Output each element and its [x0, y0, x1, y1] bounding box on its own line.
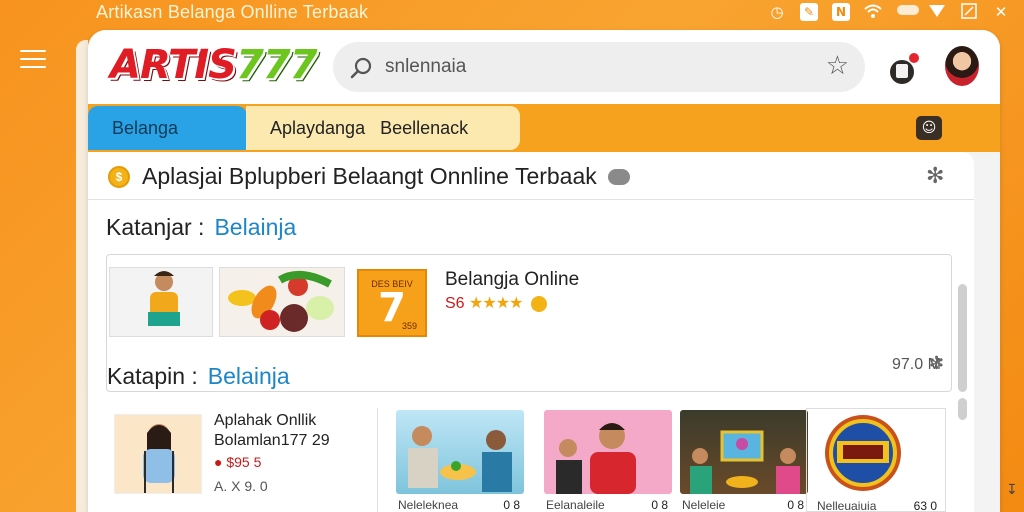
- side-panel-edge: [76, 40, 88, 512]
- card-caption: Eelanaleile: [546, 498, 605, 512]
- note-icon: ✎: [800, 3, 818, 21]
- category-label: Katanjar :: [106, 214, 205, 240]
- menu-icon[interactable]: [20, 50, 46, 68]
- category-heading-1: Katanjar : Belainja: [106, 214, 296, 241]
- list-item[interactable]: Aplahak Onllik Bolamlan177 29 ● $95 5 A.…: [106, 408, 378, 512]
- content-panel: $ Aplasjai Bplupberi Belaangt Onnline Te…: [88, 152, 974, 512]
- star-rating-icon: ★★★★: [469, 293, 523, 312]
- cart-icon[interactable]: [888, 52, 920, 86]
- scrollbar-thumb[interactable]: [958, 398, 967, 420]
- star-icon[interactable]: ☆: [826, 53, 849, 79]
- badge-logo-thumbnail: [815, 411, 943, 495]
- item-meta: A. X 9. 0: [214, 478, 268, 494]
- woman-thumbnail: [114, 414, 202, 494]
- card-count: 0 8: [651, 498, 668, 512]
- card-caption: Neleleie: [682, 498, 726, 512]
- app-list-row: Aplahak Onllik Bolamlan177 29 ● $95 5 A.…: [106, 408, 952, 512]
- tab-aplaydanga[interactable]: Aplaydanga Beellenack: [246, 106, 520, 150]
- coin-icon: $: [108, 166, 130, 188]
- search-icon[interactable]: [349, 55, 375, 81]
- card-caption: Nelleuaiuia: [817, 499, 877, 512]
- list-item[interactable]: Neleleknea 0 8: [388, 408, 528, 512]
- list-item[interactable]: Eelanaleile 0 8: [536, 408, 676, 512]
- promo-bottom-text: 359: [401, 321, 417, 331]
- tab-belanga-online[interactable]: Belanga Online: [88, 106, 247, 182]
- featured-rating: S6 ★★★★: [445, 293, 547, 313]
- settings-small-icon[interactable]: ✻: [929, 353, 944, 374]
- status-icons: ◷ ✎ N ✕: [768, 3, 1010, 21]
- category-heading-2: Katapin : Belainja: [107, 363, 290, 390]
- scrollbar[interactable]: [958, 284, 967, 392]
- item-subtitle: Bolamlan177 29: [214, 432, 330, 449]
- list-item[interactable]: Neleleie 0 8: [672, 408, 812, 512]
- promo-thumbnail[interactable]: DES BEIV 7 359: [357, 269, 427, 337]
- item-name: Aplahak Onllik: [214, 412, 317, 429]
- app-window: ARTIS777 ☆ Belanga Online Aplaydanga Bee…: [88, 30, 1000, 512]
- person-thumbnail[interactable]: [109, 267, 213, 337]
- category-value[interactable]: Belainja: [214, 214, 296, 240]
- chat-bubble-icon[interactable]: [608, 169, 630, 185]
- featured-row: DES BEIV 7 359 Belangja Online S6 ★★★★ K…: [106, 254, 952, 392]
- market-thumbnail: [680, 410, 808, 494]
- settings-icon[interactable]: ✻: [926, 164, 944, 189]
- pill-icon: [896, 3, 919, 21]
- page-title: Aplasjai Bplupberi Belaangt Onnline Terb…: [142, 163, 597, 189]
- app-header: ARTIS777 ☆: [88, 30, 1000, 104]
- search-bar[interactable]: ☆: [333, 42, 865, 92]
- rating-prefix: S6: [445, 295, 465, 312]
- vegetables-thumbnail[interactable]: [219, 267, 345, 337]
- card-count: 63 0: [913, 499, 937, 512]
- edit-icon[interactable]: [960, 3, 978, 21]
- card-count: 0 8: [787, 498, 804, 512]
- arrow-icon[interactable]: ↧: [1006, 482, 1018, 498]
- clock-icon: ◷: [770, 3, 784, 21]
- window-title: Artikasn Belanga Onlline Terbaak: [96, 2, 369, 22]
- wifi-icon: [864, 3, 882, 21]
- signal-icon: [928, 3, 946, 21]
- group-photo-thumbnail: [396, 410, 524, 494]
- list-item[interactable]: Nelleuaiuia 63 0: [806, 408, 946, 512]
- logo[interactable]: ARTIS777: [110, 42, 317, 88]
- category-value[interactable]: Belainja: [208, 363, 290, 389]
- item-price: ● $95 5: [214, 454, 262, 470]
- card-caption: Neleleknea: [398, 498, 459, 512]
- status-bar: Artikasn Belanga Onlline Terbaak ◷ ✎ N ✕: [0, 0, 1024, 26]
- close-icon[interactable]: ✕: [992, 3, 1010, 21]
- search-input[interactable]: [385, 54, 785, 80]
- tab-bar: Belanga Online Aplaydanga Beellenack ☺: [88, 104, 1000, 182]
- man-phone-thumbnail: [544, 410, 672, 494]
- avatar[interactable]: [943, 44, 981, 88]
- profile-icon[interactable]: ☺: [916, 116, 942, 140]
- badge-icon: [530, 295, 547, 312]
- featured-title[interactable]: Belangja Online: [445, 269, 579, 291]
- category-label: Katapin :: [107, 363, 198, 389]
- card-count: 0 8: [503, 498, 520, 512]
- panel-header: $ Aplasjai Bplupberi Belaangt Onnline Te…: [88, 152, 974, 200]
- n-icon: N: [832, 3, 850, 21]
